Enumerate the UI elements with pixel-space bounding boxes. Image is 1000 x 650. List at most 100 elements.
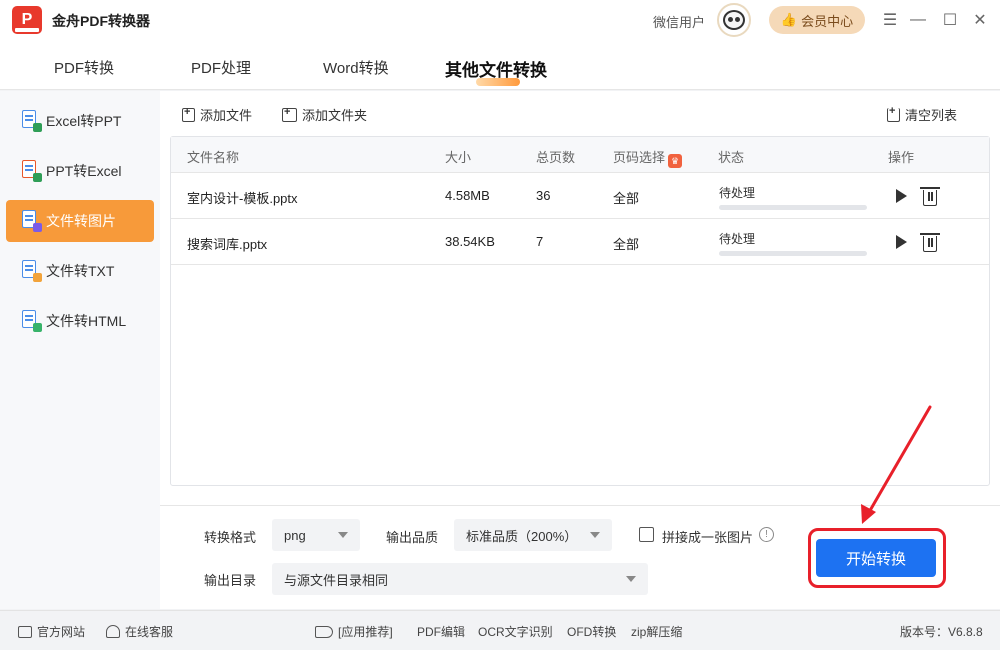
add-folder-label: 添加文件夹 — [302, 108, 368, 123]
merge-label: 拼接成一张图片 — [662, 530, 754, 545]
link-ocr[interactable]: OCR文字识别 — [478, 623, 553, 640]
file-size: 4.58MB — [445, 188, 490, 203]
image-file-icon — [22, 210, 42, 232]
quality-select[interactable]: 标准品质（200%） — [454, 519, 612, 551]
clear-list-label: 清空列表 — [905, 108, 958, 123]
vip-center-button[interactable]: 👍 会员中心 — [769, 6, 865, 34]
ppt-file-icon — [22, 160, 42, 182]
version-label: 版本号：V6.8.8 — [900, 625, 983, 639]
output-label: 输出目录 — [204, 573, 257, 588]
add-file-label: 添加文件 — [200, 108, 253, 123]
sidebar-item-label: PPT转Excel — [46, 163, 122, 179]
play-icon[interactable] — [896, 235, 907, 249]
table-row[interactable]: 搜索词库.pptx 38.54KB 7 全部 待处理 — [171, 219, 989, 265]
sidebar-item-file-to-html[interactable]: 文件转HTML — [6, 300, 154, 342]
avatar[interactable] — [717, 3, 751, 37]
header-name: 文件名称 — [187, 150, 240, 165]
status-text: 待处理 — [719, 186, 756, 200]
header-status: 状态 — [718, 150, 745, 165]
chevron-down-icon — [338, 532, 348, 538]
thumb-icon: 👍 — [780, 12, 798, 27]
maximize-icon[interactable]: ☐ — [938, 8, 962, 32]
add-file-icon — [182, 106, 195, 122]
format-value: png — [284, 527, 306, 543]
vip-crown-icon: ♛ — [668, 154, 683, 168]
sidebar-item-ppt-to-excel[interactable]: PPT转Excel — [6, 150, 154, 192]
format-label: 转换格式 — [204, 530, 257, 545]
page-select[interactable]: 全部 — [613, 188, 639, 207]
vip-center-label: 会员中心 — [801, 13, 854, 29]
panda-icon — [723, 10, 745, 30]
close-icon[interactable]: ✕ — [968, 8, 992, 32]
file-size: 38.54KB — [445, 234, 495, 249]
add-folder-icon — [282, 106, 297, 122]
footer: 官方网站 在线客服 [应用推荐] PDF编辑 OCR文字识别 OFD转换 zip… — [0, 610, 1000, 650]
tab-other-convert[interactable]: 其他文件转换 — [445, 56, 547, 81]
chevron-down-icon — [590, 532, 600, 538]
app-logo-icon: P — [12, 6, 42, 34]
menu-icon[interactable]: ☰ — [878, 8, 902, 32]
progress-bar — [719, 251, 867, 256]
recommend-text: [应用推荐] — [338, 625, 393, 639]
sidebar-item-file-to-txt[interactable]: 文件转TXT — [6, 250, 154, 292]
sidebar-item-label: Excel转PPT — [46, 113, 122, 129]
app-title: 金舟PDF转换器 — [52, 13, 150, 29]
link-zip[interactable]: zip解压缩 — [631, 623, 682, 640]
output-dir-select[interactable]: 与源文件目录相同 — [272, 563, 648, 595]
sidebar-item-excel-to-ppt[interactable]: Excel转PPT — [6, 100, 154, 142]
excel-file-icon — [22, 110, 42, 132]
file-name: 搜索词库.pptx — [187, 237, 268, 252]
sidebar-item-file-to-image[interactable]: 文件转图片 — [6, 200, 154, 242]
page-count: 36 — [536, 188, 551, 203]
sidebar: Excel转PPT PPT转Excel 文件转图片 文件转TXT 文件转HTML — [0, 91, 160, 609]
top-nav: PDF转换 PDF处理 Word转换 其他文件转换 — [0, 40, 1000, 90]
minimize-icon[interactable]: — — [906, 8, 930, 32]
quality-label: 输出品质 — [386, 530, 439, 545]
tab-pdf-process[interactable]: PDF处理 — [191, 57, 251, 78]
add-folder-button[interactable]: 添加文件夹 — [282, 105, 367, 124]
page-select[interactable]: 全部 — [613, 234, 639, 253]
quality-value: 标准品质（200%） — [466, 528, 578, 544]
html-file-icon — [22, 310, 42, 332]
start-convert-button[interactable]: 开始转换 — [816, 539, 936, 577]
txt-file-icon — [22, 260, 42, 282]
settings-panel: 转换格式 png 输出品质 标准品质（200%） 拼接成一张图片 ! 输出目录 … — [160, 505, 1000, 609]
header-page-select: 页码选择 ♛ — [613, 147, 683, 168]
merge-checkbox[interactable] — [639, 527, 654, 542]
status-text: 待处理 — [719, 232, 756, 246]
sidebar-item-label: 文件转TXT — [46, 263, 115, 279]
link-ofd[interactable]: OFD转换 — [567, 623, 616, 640]
header-pages: 总页数 — [536, 150, 576, 165]
play-icon[interactable] — [896, 189, 907, 203]
link-pdf-edit[interactable]: PDF编辑 — [417, 623, 465, 640]
megaphone-icon — [315, 625, 333, 638]
file-name: 室内设计-模板.pptx — [187, 191, 298, 206]
header-actions: 操作 — [888, 150, 915, 165]
support-link[interactable]: 在线客服 — [106, 623, 173, 640]
file-table: 文件名称 大小 总页数 页码选择 ♛ 状态 操作 室内设计-模板.pptx 4.5… — [170, 136, 990, 486]
title-bar: P 金舟PDF转换器 微信用户 👍 会员中心 ☰ — ☐ ✕ — [0, 0, 1000, 40]
sidebar-item-label: 文件转图片 — [46, 213, 116, 229]
website-link[interactable]: 官方网站 — [18, 623, 85, 640]
delete-icon[interactable] — [920, 187, 940, 206]
website-label: 官方网站 — [37, 625, 86, 639]
sidebar-item-label: 文件转HTML — [46, 313, 127, 329]
delete-icon[interactable] — [920, 233, 940, 252]
recommend-label: [应用推荐] — [315, 623, 393, 640]
info-icon[interactable]: ! — [759, 527, 774, 542]
support-label: 在线客服 — [125, 625, 174, 639]
tab-word-convert[interactable]: Word转换 — [323, 57, 389, 78]
user-name[interactable]: 微信用户 — [653, 12, 705, 31]
progress-bar — [719, 205, 867, 210]
headset-icon — [106, 625, 120, 638]
add-file-button[interactable]: 添加文件 — [182, 105, 252, 124]
status-cell: 待处理 — [719, 230, 867, 256]
table-row[interactable]: 室内设计-模板.pptx 4.58MB 36 全部 待处理 — [171, 173, 989, 219]
clear-list-button[interactable]: 清空列表 — [887, 105, 957, 124]
tab-pdf-convert[interactable]: PDF转换 — [54, 57, 114, 78]
format-select[interactable]: png — [272, 519, 360, 551]
main-panel: 添加文件 添加文件夹 清空列表 文件名称 大小 总页数 页码选择♛ 状态 操作 … — [160, 91, 1000, 505]
table-header: 文件名称 大小 总页数 页码选择 ♛ 状态 操作 — [171, 137, 989, 173]
monitor-icon — [18, 625, 32, 638]
chevron-down-icon — [626, 576, 636, 582]
